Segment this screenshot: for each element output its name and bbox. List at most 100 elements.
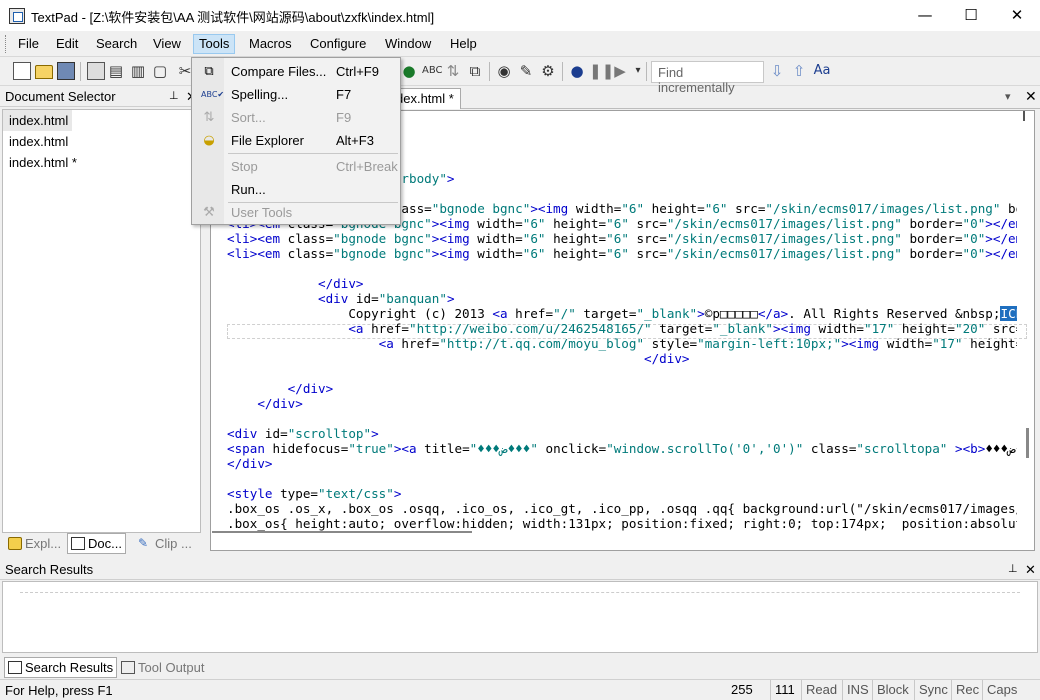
globe-icon[interactable]: ●: [400, 62, 418, 80]
new-file-icon[interactable]: [13, 62, 31, 80]
tab-document-selector[interactable]: Doc...: [67, 533, 126, 554]
sort-icon[interactable]: ⇅: [444, 62, 462, 80]
status-caps-mode[interactable]: Caps: [982, 680, 1021, 700]
play-macro-icon[interactable]: ▶: [611, 62, 629, 80]
open-file-icon[interactable]: [35, 65, 53, 79]
textpad-app-icon[interactable]: [9, 8, 25, 24]
document-selector-title: Document Selector: [5, 89, 116, 104]
menu-help[interactable]: Help: [445, 34, 482, 54]
code-token: height=: [894, 321, 955, 336]
document-item[interactable]: index.html: [3, 110, 73, 131]
menu-item-file-explorer[interactable]: ◒ File Explorer Alt+F3: [192, 129, 400, 152]
code-token: "0": [962, 216, 986, 231]
tab-tool-output[interactable]: Tool Output: [117, 657, 209, 678]
code-line[interactable]: <span hidefocus="true"><a title="♦♦♦ض♦♦♦…: [227, 441, 1017, 456]
status-read-mode[interactable]: Read: [801, 680, 841, 700]
document-item[interactable]: index.html: [3, 131, 200, 152]
code-token: </div>: [287, 381, 334, 396]
code-line[interactable]: [227, 261, 1017, 276]
menu-view[interactable]: View: [148, 34, 186, 54]
search-results-title: Search Results: [5, 562, 94, 577]
code-line[interactable]: [227, 471, 1017, 486]
view-icon[interactable]: ▢: [151, 62, 169, 80]
pause-macro-icon[interactable]: ❚❚: [589, 62, 614, 80]
code-line[interactable]: </div>: [227, 456, 1017, 471]
code-line[interactable]: Copyright (c) 2013 <a href="/" target="_…: [227, 306, 1017, 321]
match-case-icon[interactable]: Aa: [811, 62, 833, 80]
code-line[interactable]: [227, 411, 1017, 426]
minimize-button[interactable]: —: [902, 0, 948, 31]
documents-icon: [71, 537, 85, 550]
code-line[interactable]: </div>: [227, 381, 1017, 396]
code-line[interactable]: <li><em class="bgnode bgnc"><img width="…: [227, 231, 1017, 246]
code-token: height=: [644, 201, 705, 216]
status-insert-mode[interactable]: INS: [842, 680, 873, 700]
code-line[interactable]: [227, 366, 1017, 381]
menu-bar-grip[interactable]: [5, 35, 8, 53]
maximize-button[interactable]: ☐: [948, 0, 994, 31]
toolbar-overflow-icon[interactable]: ▾: [629, 62, 647, 80]
tools-icon[interactable]: ⚙: [539, 62, 557, 80]
code-line[interactable]: </div>: [227, 276, 1017, 291]
horizontal-splitter[interactable]: [212, 531, 472, 533]
close-button[interactable]: ✕: [994, 0, 1040, 31]
find-incrementally-input[interactable]: Find incrementally: [651, 61, 764, 95]
menu-item-run[interactable]: Run...: [192, 178, 400, 201]
tab-scroll-icon[interactable]: ▾: [1005, 90, 1011, 103]
status-block-mode[interactable]: Block: [872, 680, 913, 700]
tab-clip-library[interactable]: ✎ Clip ...: [134, 533, 196, 554]
clip-icon[interactable]: ✎: [517, 62, 535, 80]
tab-search-results[interactable]: Search Results: [4, 657, 118, 678]
code-token: >: [446, 171, 455, 186]
code-token: href=: [363, 321, 409, 336]
find-next-icon[interactable]: ⇩: [768, 62, 786, 80]
code-token: ©p□□□□□: [704, 306, 758, 321]
vertical-scrollbar[interactable]: [1024, 110, 1035, 551]
menu-item-stop: Stop Ctrl+Break: [192, 155, 400, 178]
status-record-mode[interactable]: Rec: [951, 680, 983, 700]
code-line[interactable]: <div id="scrolltop">: [227, 426, 1017, 441]
document-item[interactable]: index.html *: [3, 152, 200, 173]
tab-explorer[interactable]: Expl...: [4, 533, 65, 554]
menu-window[interactable]: Window: [380, 34, 436, 54]
pin-icon[interactable]: ⊥: [1008, 559, 1018, 580]
code-line[interactable]: .box_os .os_x, .box_os .osqq, .ico_os, .…: [227, 501, 1017, 516]
print-preview-icon[interactable]: [87, 62, 105, 80]
code-token: "/skin/ecms017/images/list.png": [666, 216, 902, 231]
code-line[interactable]: <a href="http://weibo.com/u/2462548165/"…: [227, 321, 1017, 336]
status-sync-mode[interactable]: Sync: [914, 680, 952, 700]
search-results-icon: [8, 661, 22, 674]
print-icon[interactable]: ▤: [107, 62, 125, 80]
code-token: </div>: [257, 396, 303, 411]
menu-file[interactable]: File: [13, 34, 44, 54]
close-document-icon[interactable]: ✕: [1025, 86, 1037, 106]
pin-icon[interactable]: ⊥: [169, 86, 179, 107]
menu-tools[interactable]: Tools: [193, 34, 236, 54]
code-line[interactable]: </div>: [227, 396, 1017, 411]
code-line[interactable]: .box_os{ height:auto; overflow:hidden; w…: [227, 516, 1017, 531]
close-panel-icon[interactable]: ✕: [1025, 559, 1036, 580]
code-line[interactable]: <div id="banquan">: [227, 291, 1017, 306]
spellcheck-icon[interactable]: ABC: [422, 62, 443, 80]
menu-search[interactable]: Search: [91, 34, 142, 54]
tab-index-html[interactable]: dex.html *: [395, 88, 461, 109]
code-line[interactable]: <style type="text/css">: [227, 486, 1017, 501]
code-line[interactable]: <a href="http://t.qq.com/moyu_blog" styl…: [227, 336, 1017, 351]
code-line[interactable]: </div>: [227, 351, 1017, 366]
menu-item-spelling[interactable]: ABC✔ Spelling... F7: [192, 83, 400, 106]
menu-item-sort: ⇅ Sort... F9: [192, 106, 400, 129]
menu-configure[interactable]: Configure: [305, 34, 371, 54]
page-setup-icon[interactable]: ▥: [129, 62, 147, 80]
compare-icon[interactable]: ⧉: [466, 62, 484, 80]
scrollbar-thumb[interactable]: [1026, 428, 1029, 458]
code-token: <span: [227, 441, 265, 456]
find-previous-icon[interactable]: ⇧: [790, 62, 808, 80]
search-results-list[interactable]: [2, 581, 1038, 653]
save-icon[interactable]: [57, 62, 75, 80]
record-macro-icon[interactable]: ●: [568, 62, 586, 80]
menu-item-compare-files[interactable]: ⧉ Compare Files... Ctrl+F9: [192, 60, 400, 83]
hyperlink-icon[interactable]: ◉: [495, 62, 513, 80]
menu-macros[interactable]: Macros: [244, 34, 297, 54]
code-line[interactable]: <li><em class="bgnode bgnc"><img width="…: [227, 246, 1017, 261]
menu-edit[interactable]: Edit: [51, 34, 83, 54]
